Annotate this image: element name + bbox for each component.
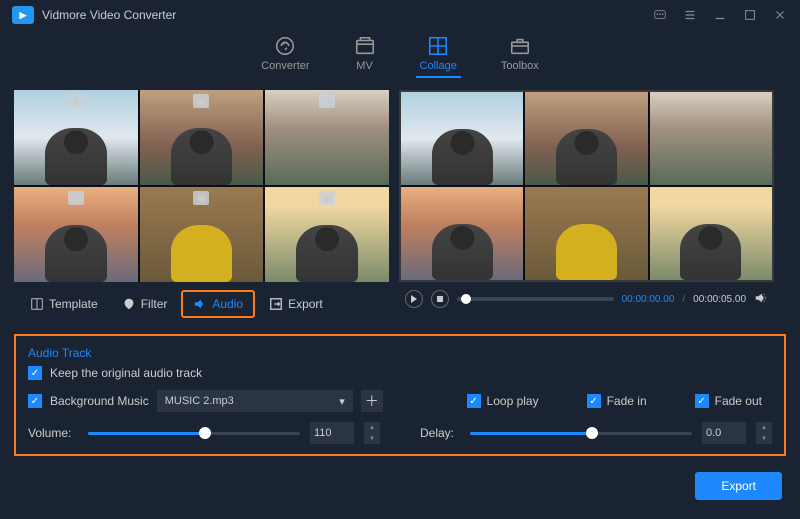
fadein-label: Fade in: [607, 394, 647, 408]
grid-cell[interactable]: ▣: [265, 90, 389, 185]
subtab-template[interactable]: Template: [20, 292, 108, 316]
sub-tabs: Template Filter Audio Export: [14, 282, 389, 326]
audio-section-title: Audio Track: [28, 346, 772, 360]
player-track[interactable]: [457, 297, 614, 301]
fadeout-checkbox[interactable]: ✓: [695, 394, 709, 408]
volume-slider[interactable]: [88, 432, 300, 435]
image-icon: ▣: [319, 191, 335, 205]
bg-music-checkbox[interactable]: ✓: [28, 394, 42, 408]
export-button[interactable]: Export: [695, 472, 782, 500]
loop-checkbox[interactable]: ✓: [467, 394, 481, 408]
close-icon[interactable]: [772, 7, 788, 23]
volume-label: Volume:: [28, 426, 78, 440]
time-total: 00:00:05.00: [693, 294, 746, 305]
stop-button[interactable]: [431, 290, 449, 308]
keep-original-label: Keep the original audio track: [50, 366, 202, 380]
volume-icon[interactable]: [754, 291, 768, 308]
grid-cell[interactable]: ▣: [14, 90, 138, 185]
loop-label: Loop play: [487, 394, 539, 408]
image-icon: ▣: [193, 191, 209, 205]
feedback-icon[interactable]: [652, 7, 668, 23]
tab-converter[interactable]: Converter: [257, 36, 313, 78]
play-button[interactable]: [405, 290, 423, 308]
audio-panel: Audio Track ✓ Keep the original audio tr…: [14, 334, 786, 456]
time-current: 00:00:00.00: [622, 294, 675, 305]
maximize-icon[interactable]: [742, 7, 758, 23]
fadeout-label: Fade out: [715, 394, 762, 408]
mv-icon: [354, 36, 376, 56]
toolbox-icon: [509, 36, 531, 56]
tab-collage[interactable]: Collage: [416, 36, 461, 78]
grid-cell[interactable]: ▣: [265, 187, 389, 282]
tab-mv[interactable]: MV: [350, 36, 380, 78]
menu-icon[interactable]: [682, 7, 698, 23]
grid-cell[interactable]: ▣: [140, 90, 264, 185]
bg-music-label: Background Music: [50, 394, 149, 408]
delay-label: Delay:: [420, 426, 460, 440]
collage-grid[interactable]: ▣ ▣ ▣ ▣ ▣ ▣: [14, 90, 389, 282]
image-icon: ▣: [193, 94, 209, 108]
fadein-checkbox[interactable]: ✓: [587, 394, 601, 408]
volume-up[interactable]: ▲: [364, 422, 380, 433]
chevron-down-icon: ▾: [339, 395, 345, 408]
keep-original-checkbox[interactable]: ✓: [28, 366, 42, 380]
delay-thumb[interactable]: [586, 427, 598, 439]
titlebar: ▶ Vidmore Video Converter: [0, 0, 800, 30]
delay-slider[interactable]: [470, 432, 692, 435]
volume-value[interactable]: 110: [310, 422, 354, 444]
player-bar: 00:00:00.00/00:00:05.00: [399, 282, 774, 316]
subtab-filter[interactable]: Filter: [112, 292, 178, 316]
grid-cell[interactable]: ▣: [14, 187, 138, 282]
app-logo: ▶: [12, 6, 34, 24]
preview: [399, 90, 774, 282]
image-icon: ▣: [319, 94, 335, 108]
minimize-icon[interactable]: [712, 7, 728, 23]
volume-thumb[interactable]: [199, 427, 211, 439]
image-icon: ▣: [68, 191, 84, 205]
bg-music-select[interactable]: MUSIC 2.mp3▾: [157, 390, 353, 412]
delay-value[interactable]: 0.0: [702, 422, 746, 444]
app-title: Vidmore Video Converter: [42, 8, 652, 22]
main-tabs: Converter MV Collage Toolbox: [0, 30, 800, 90]
converter-icon: [274, 36, 296, 56]
image-icon: ▣: [68, 94, 84, 108]
grid-cell[interactable]: ▣: [140, 187, 264, 282]
volume-down[interactable]: ▼: [364, 433, 380, 444]
delay-down[interactable]: ▼: [756, 433, 772, 444]
delay-up[interactable]: ▲: [756, 422, 772, 433]
collage-icon: [427, 36, 449, 56]
subtab-export[interactable]: Export: [259, 292, 333, 316]
player-thumb[interactable]: [461, 294, 471, 304]
subtab-audio[interactable]: Audio: [181, 290, 255, 318]
tab-toolbox[interactable]: Toolbox: [497, 36, 543, 78]
add-music-button[interactable]: ＋: [361, 390, 383, 412]
